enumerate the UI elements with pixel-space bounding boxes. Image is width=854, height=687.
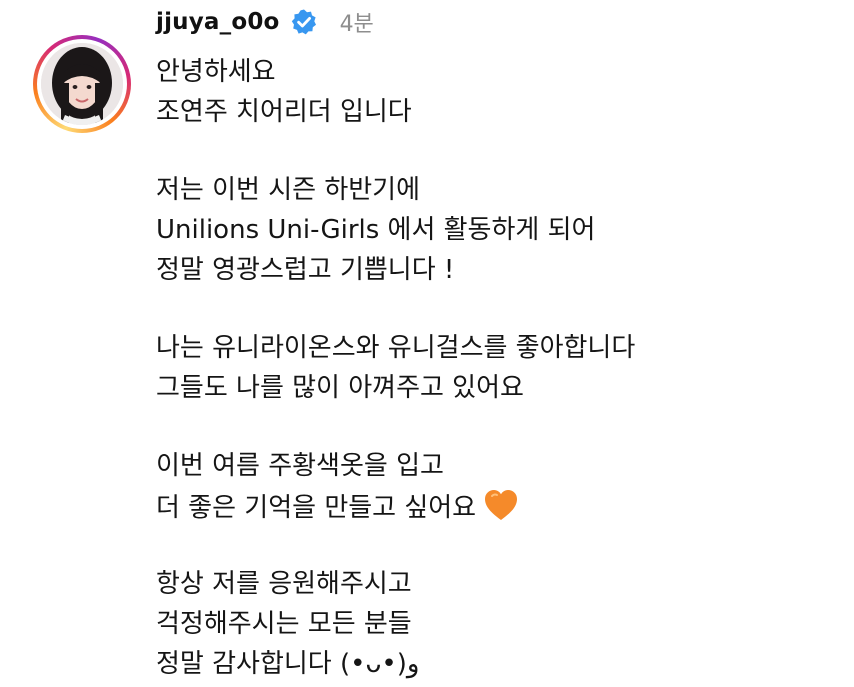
- story-ring[interactable]: [33, 35, 131, 133]
- orange-heart-icon: [482, 486, 520, 524]
- caption-line: 이번 여름 주황색옷을 입고: [156, 451, 444, 481]
- caption-line: 저는 이번 시즌 하반기에: [156, 175, 420, 205]
- caption-line: 정말 영광스럽고 기쁩니다 !: [156, 255, 455, 285]
- post-caption-view: jjuya_o0o 4분 안녕하세요 조연주 치어리더 입니다 저는 이번 시즌…: [0, 0, 854, 687]
- username[interactable]: jjuya_o0o: [156, 9, 280, 35]
- caption-line: 조연주 치어리더 입니다: [156, 97, 412, 127]
- caption-line: 항상 저를 응원해주시고: [156, 569, 412, 599]
- caption-line: 나는 유니라이온스와 유니걸스를 좋아합니다: [156, 333, 636, 363]
- avatar[interactable]: [41, 43, 123, 125]
- caption-line: Unilions Uni-Girls 에서 활동하게 되어: [156, 215, 596, 245]
- caption-line-text: 더 좋은 기억을 만들고 싶어요: [156, 493, 477, 523]
- caption-line: 그들도 나를 많이 아껴주고 있어요: [156, 373, 524, 403]
- post-header: jjuya_o0o 4분: [156, 2, 374, 42]
- profile-photo-icon: [41, 43, 123, 125]
- caption-line: 정말 감사합니다 (•ᴗ•)و: [156, 649, 420, 679]
- post-timestamp: 4분: [339, 12, 374, 37]
- caption-line-with-emoji: 더 좋은 기억을 만들고 싶어요: [156, 486, 846, 526]
- verified-badge-icon: [290, 8, 318, 36]
- caption-line: 안녕하세요: [156, 57, 276, 87]
- caption-text: 안녕하세요 조연주 치어리더 입니다 저는 이번 시즌 하반기에 Unilion…: [156, 52, 846, 684]
- caption-line: 걱정해주시는 모든 분들: [156, 609, 412, 639]
- avatar-border: [37, 39, 127, 129]
